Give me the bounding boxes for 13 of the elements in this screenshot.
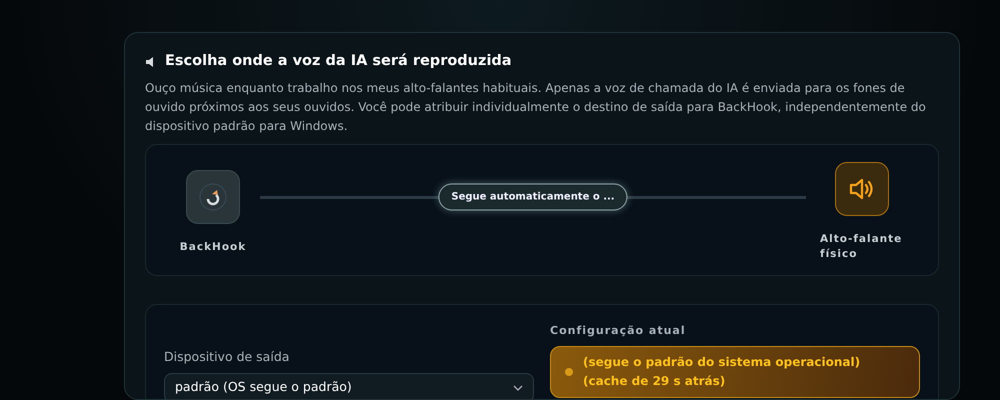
node-label: Alto-falante físico — [820, 232, 904, 262]
output-device-select[interactable]: padrão (OS segue o padrão) — [164, 372, 534, 399]
route-status: Segue automaticamente o ... — [438, 184, 628, 211]
chevron-icon — [513, 384, 523, 390]
speaker-icon — [849, 178, 875, 200]
hook-icon — [198, 182, 228, 212]
section-description: Ouço música enquanto trabalho nos meus alto-falantes habituais. Apenas a voz de chamada do IA é enviada para os fones de ouvido próximos aos seus ouvidos. Você pode atribuir individualmente o destino de saída para BackHook, independentemente do dispositivo padrão para Windows. — [145, 80, 927, 135]
status-text: (segue o padrão do sistema operacional) (cache de 29 s atrás) — [583, 354, 862, 390]
section-title: Escolha onde a voz da IA será reproduzida — [165, 52, 512, 71]
section-caption: Configuração atual — [550, 322, 687, 339]
status-dot — [565, 368, 573, 376]
field-label: Dispositivo de saída — [164, 348, 290, 366]
node-label: BackHook — [180, 240, 246, 255]
